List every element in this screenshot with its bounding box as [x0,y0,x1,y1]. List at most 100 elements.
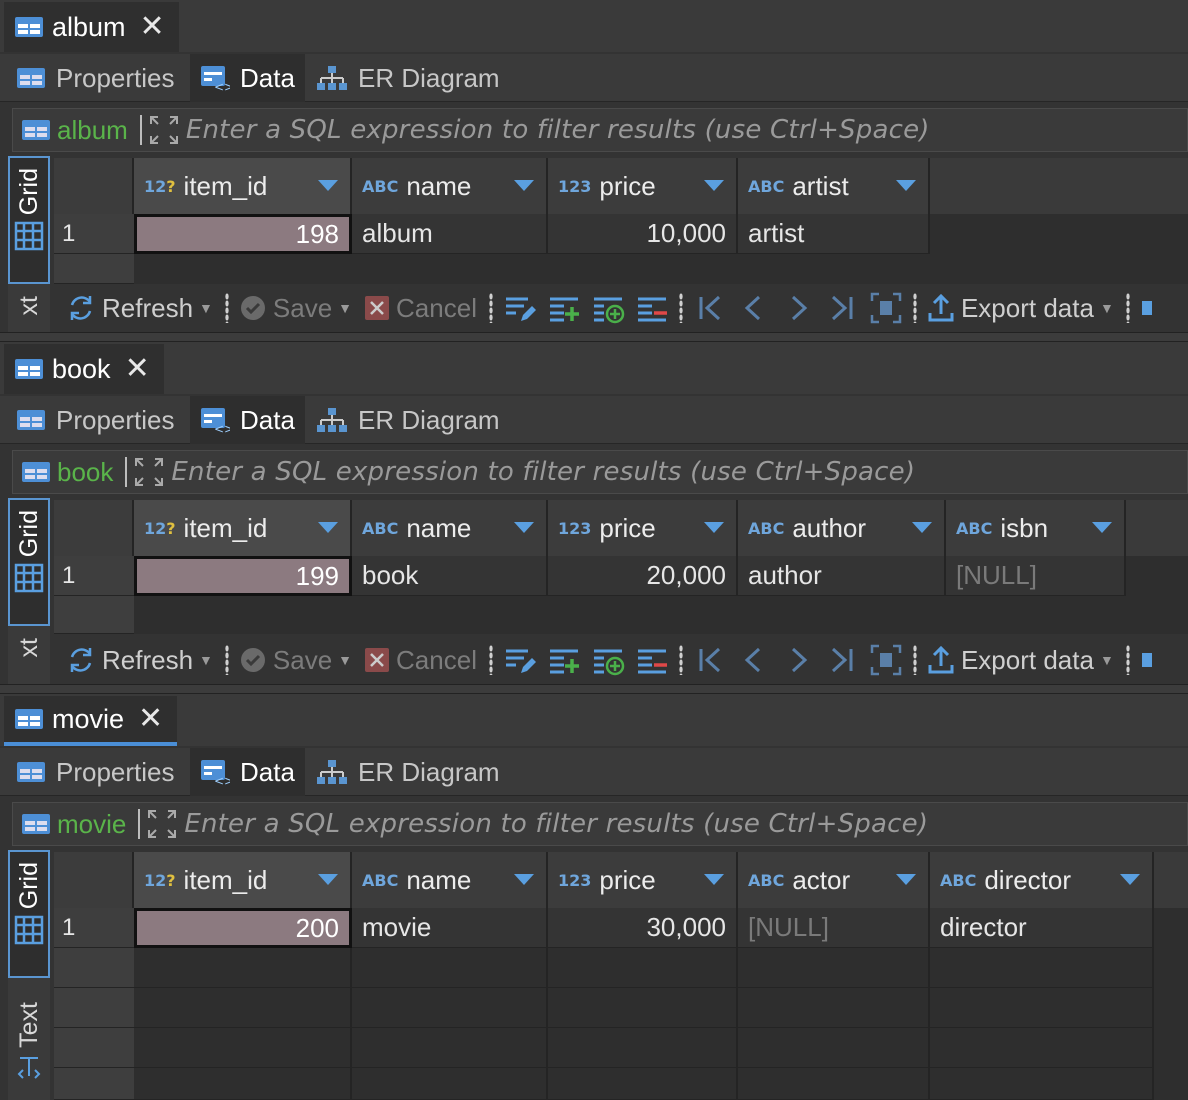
tab-text[interactable]: xt [8,296,50,332]
previous-page-icon[interactable] [737,291,771,325]
cell-artist[interactable]: artist [738,214,930,254]
tab-er-diagram[interactable]: ER Diagram [306,396,510,444]
export-data-button[interactable]: Export data ▼ [927,645,1114,676]
expand-icon[interactable] [148,114,180,146]
close-icon[interactable]: ✕ [138,704,163,734]
column-header-name[interactable]: ABC name [352,852,548,908]
next-page-icon[interactable] [781,643,815,677]
sort-dropdown-icon[interactable] [896,180,916,191]
fetch-all-icon[interactable] [869,643,903,677]
sort-dropdown-icon[interactable] [318,522,338,533]
save-button[interactable]: Save ▼ [239,645,352,676]
add-row-icon[interactable] [547,291,581,325]
editor-tab-album[interactable]: album ✕ [4,2,179,52]
close-icon[interactable]: ✕ [125,354,150,384]
refresh-button[interactable]: Refresh ▼ [66,293,213,324]
column-header-item-id[interactable]: 12? item_id [134,500,352,556]
tab-data[interactable]: <> Data [190,748,305,796]
cell-item-id[interactable]: 200 [134,908,352,948]
editor-tab-book[interactable]: book ✕ [4,344,164,394]
sort-dropdown-icon[interactable] [514,180,534,191]
column-header-name[interactable]: ABC name [352,500,548,556]
last-page-icon[interactable] [825,643,859,677]
tab-properties[interactable]: Properties [6,748,185,796]
tab-properties[interactable]: Properties [6,396,185,444]
cancel-button[interactable]: Cancel [364,293,477,324]
panel-divider[interactable] [0,332,1188,342]
cell-author[interactable]: author [738,556,946,596]
filter-input[interactable] [171,457,1187,487]
previous-page-icon[interactable] [737,643,771,677]
more-icon[interactable] [1140,293,1152,323]
column-header-price[interactable]: 123 price [548,158,738,214]
row-number[interactable]: 1 [54,908,134,948]
column-header-actor[interactable]: ABC actor [738,852,930,908]
cell-price[interactable]: 10,000 [548,214,738,254]
cell-item-id[interactable]: 198 [134,214,352,254]
chevron-down-icon[interactable]: ▼ [199,652,213,668]
expand-icon[interactable] [133,456,165,488]
chevron-down-icon[interactable]: ▼ [338,300,352,316]
tab-properties[interactable]: Properties [6,54,185,102]
sort-dropdown-icon[interactable] [704,874,724,885]
fetch-all-icon[interactable] [869,291,903,325]
column-header-price[interactable]: 123 price [548,852,738,908]
cell-director[interactable]: director [930,908,1154,948]
sort-dropdown-icon[interactable] [514,874,534,885]
next-page-icon[interactable] [781,291,815,325]
row-number[interactable]: 1 [54,214,134,254]
close-icon[interactable]: ✕ [140,12,165,42]
chevron-down-icon[interactable]: ▼ [1100,300,1114,316]
chevron-down-icon[interactable]: ▼ [1100,652,1114,668]
sort-dropdown-icon[interactable] [318,180,338,191]
cell-price[interactable]: 20,000 [548,556,738,596]
expand-icon[interactable] [146,808,178,840]
cell-name[interactable]: movie [352,908,548,948]
sort-dropdown-icon[interactable] [318,874,338,885]
column-header-author[interactable]: ABC author [738,500,946,556]
refresh-button[interactable]: Refresh ▼ [66,645,213,676]
edit-row-icon[interactable] [503,643,537,677]
more-icon[interactable] [1140,645,1152,675]
cell-name[interactable]: book [352,556,548,596]
export-data-button[interactable]: Export data ▼ [927,293,1114,324]
last-page-icon[interactable] [825,291,859,325]
copy-row-icon[interactable] [591,643,625,677]
sort-dropdown-icon[interactable] [514,522,534,533]
chevron-down-icon[interactable]: ▼ [199,300,213,316]
row-number[interactable]: 1 [54,556,134,596]
cell-name[interactable]: album [352,214,548,254]
sort-dropdown-icon[interactable] [1092,522,1112,533]
column-header-director[interactable]: ABC director [930,852,1154,908]
add-row-icon[interactable] [547,643,581,677]
tab-grid[interactable]: Grid [8,850,50,978]
cell-price[interactable]: 30,000 [548,908,738,948]
cell-isbn[interactable]: [NULL] [946,556,1126,596]
column-header-artist[interactable]: ABC artist [738,158,930,214]
filter-input[interactable] [184,809,1187,839]
delete-row-icon[interactable] [635,643,669,677]
column-header-isbn[interactable]: ABC isbn [946,500,1126,556]
filter-input[interactable] [185,115,1187,145]
sort-dropdown-icon[interactable] [896,874,916,885]
tab-grid[interactable]: Grid [8,498,50,626]
copy-row-icon[interactable] [591,291,625,325]
panel-divider[interactable] [0,684,1188,694]
tab-data[interactable]: <> Data [190,54,305,102]
sort-dropdown-icon[interactable] [704,180,724,191]
chevron-down-icon[interactable]: ▼ [338,652,352,668]
tab-text[interactable]: Text [8,998,50,1100]
delete-row-icon[interactable] [635,291,669,325]
tab-er-diagram[interactable]: ER Diagram [306,54,510,102]
tab-er-diagram[interactable]: ER Diagram [306,748,510,796]
first-page-icon[interactable] [693,291,727,325]
cell-item-id[interactable]: 199 [134,556,352,596]
column-header-name[interactable]: ABC name [352,158,548,214]
column-header-price[interactable]: 123 price [548,500,738,556]
tab-grid[interactable]: Grid [8,156,50,284]
sort-dropdown-icon[interactable] [704,522,724,533]
sort-dropdown-icon[interactable] [1120,874,1140,885]
edit-row-icon[interactable] [503,291,537,325]
first-page-icon[interactable] [693,643,727,677]
cell-actor[interactable]: [NULL] [738,908,930,948]
